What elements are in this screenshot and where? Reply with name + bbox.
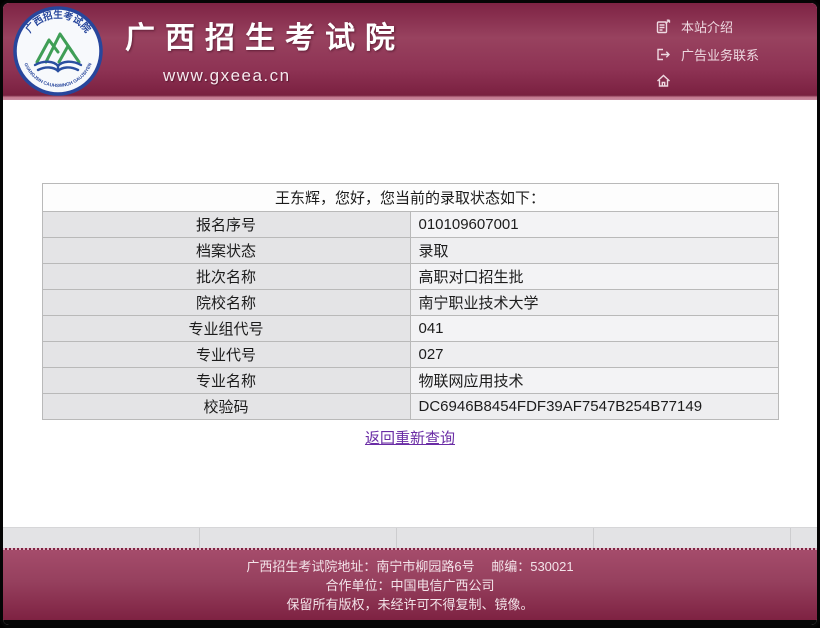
site-title-block: 广西招生考试院 www.gxeea.cn (125, 13, 405, 86)
table-row: 校验码 DC6946B8454FDF39AF7547B254B77149 (42, 394, 778, 420)
site-url: www.gxeea.cn (163, 66, 405, 86)
site-logo-emblem[interactable]: 广西招生考试院 GVANGJSIH CAUHSWNGH GAUJSIYEN (13, 6, 103, 96)
home-icon (656, 73, 671, 88)
page-frame: 广西招生考试院 GVANGJSIH CAUHSWNGH GAUJSIYEN 广西… (0, 0, 820, 628)
table-row: 档案状态 录取 (42, 238, 778, 264)
table-row: 专业名称 物联网应用技术 (42, 368, 778, 394)
row-label: 院校名称 (42, 290, 410, 316)
table-row: 批次名称 高职对口招生批 (42, 264, 778, 290)
table-row: 院校名称 南宁职业技术大学 (42, 290, 778, 316)
row-value: 录取 (410, 238, 778, 264)
footer-copyright-line: 保留所有版权，未经许可不得复制、镜像。 (3, 595, 817, 614)
menu-item-label: 本站介绍 (681, 17, 733, 36)
admission-status-table: 王东辉，您好，您当前的录取状态如下： 报名序号 010109607001 档案状… (42, 183, 779, 420)
row-value: 041 (410, 316, 778, 342)
page-intro-icon (656, 19, 671, 34)
back-to-search-link[interactable]: 返回重新查询 (365, 430, 455, 447)
table-row: 专业代号 027 (42, 342, 778, 368)
row-value: 物联网应用技术 (410, 368, 778, 394)
table-row: 专业组代号 041 (42, 316, 778, 342)
row-label: 批次名称 (42, 264, 410, 290)
footer-partner-line: 合作单位：中国电信广西公司 (3, 576, 817, 595)
row-value: 027 (410, 342, 778, 368)
row-value: 高职对口招生批 (410, 264, 778, 290)
main-content: 王东辉，您好，您当前的录取状态如下： 报名序号 010109607001 档案状… (3, 100, 817, 527)
menu-item-ad-contact[interactable]: 广告业务联系 (656, 45, 759, 64)
row-label: 专业名称 (42, 368, 410, 394)
site-header: 广西招生考试院 GVANGJSIH CAUHSWNGH GAUJSIYEN 广西… (3, 3, 817, 95)
site-footer: 广西招生考试院地址：南宁市柳园路6号 邮编：530021 合作单位：中国电信广西… (3, 548, 817, 620)
back-link-wrap: 返回重新查询 (3, 427, 817, 448)
row-label: 专业代号 (42, 342, 410, 368)
menu-item-home[interactable] (656, 73, 759, 88)
table-row: 报名序号 010109607001 (42, 212, 778, 238)
row-label: 专业组代号 (42, 316, 410, 342)
prefooter-gray-band (3, 527, 817, 548)
header-menu: 本站介绍 广告业务联系 (656, 17, 759, 88)
site-name: 广西招生考试院 (125, 13, 405, 57)
footer-address-line: 广西招生考试院地址：南宁市柳园路6号 邮编：530021 (3, 557, 817, 576)
row-value: 南宁职业技术大学 (410, 290, 778, 316)
menu-item-site-intro[interactable]: 本站介绍 (656, 17, 759, 36)
export-arrow-icon (656, 47, 671, 62)
greeting-row: 王东辉，您好，您当前的录取状态如下： (42, 184, 778, 212)
row-value: 010109607001 (410, 212, 778, 238)
row-label: 档案状态 (42, 238, 410, 264)
menu-item-label: 广告业务联系 (681, 45, 759, 64)
row-label: 校验码 (42, 394, 410, 420)
row-value: DC6946B8454FDF39AF7547B254B77149 (410, 394, 778, 420)
bottom-black-bar (3, 620, 817, 625)
row-label: 报名序号 (42, 212, 410, 238)
greeting-text: 王东辉，您好，您当前的录取状态如下： (42, 184, 778, 212)
